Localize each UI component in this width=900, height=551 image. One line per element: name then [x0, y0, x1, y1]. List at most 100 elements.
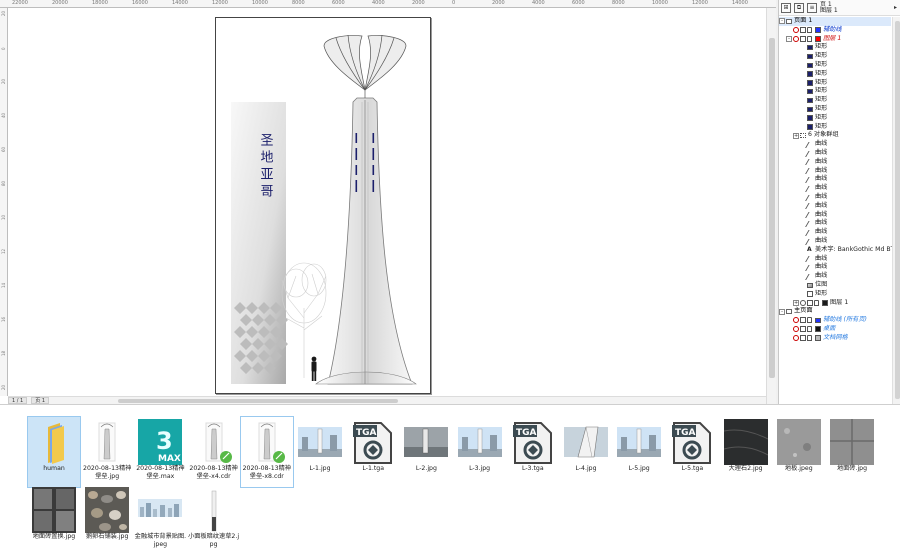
canvas-horizontal-scrollbar[interactable] [8, 396, 766, 404]
drawing-canvas[interactable]: 22000 20000 18000 16000 14000 12000 10000 8000 6… [0, 0, 776, 404]
visibility-eye-icon[interactable] [793, 317, 799, 324]
file-item[interactable]: L-5.jpg [613, 417, 665, 487]
tree-row-layer[interactable]: 文档网格 [779, 334, 891, 343]
tree-row-page[interactable]: - 主页面 [779, 307, 891, 316]
layer-manager-icon[interactable]: ⧉ [794, 2, 804, 13]
tree-row-curve[interactable]: 曲线 [779, 228, 891, 237]
file-item[interactable]: human [27, 416, 81, 488]
page-navigator[interactable]: 1 / 1 页 1 [8, 397, 50, 404]
tree-row-obj[interactable]: 矩形 [779, 52, 891, 61]
collapse-icon[interactable]: - [779, 18, 785, 25]
collapse-icon[interactable]: - [779, 308, 785, 315]
view-mode-icon[interactable]: ≡ [807, 2, 817, 13]
tree-row-layer[interactable]: 辅助线 [779, 26, 891, 35]
file-item[interactable]: 2020-08-13精神堡垒.jpg [81, 417, 133, 487]
collapse-icon[interactable]: - [786, 35, 792, 42]
file-item[interactable]: L-4.jpg [560, 417, 612, 487]
page-counter[interactable]: 1 / 1 [8, 397, 28, 404]
file-item[interactable]: TGA L-5.tga [666, 417, 718, 487]
tree-row-layer[interactable]: 桌面 [779, 325, 891, 334]
visibility-eye-icon[interactable] [793, 35, 799, 42]
printer-icon[interactable] [800, 27, 806, 34]
visibility-eye-icon[interactable] [793, 335, 799, 342]
tree-row-obj[interactable]: 矩形 [779, 70, 891, 79]
tree-row-curve[interactable]: 曲线 [779, 237, 891, 246]
printer-icon[interactable] [800, 35, 806, 42]
layer-options-icon[interactable]: ⊞ [781, 2, 791, 13]
printer-icon[interactable] [807, 299, 813, 306]
file-item[interactable]: 2020-08-13精神堡垒-x8.cdr [239, 416, 294, 488]
file-item[interactable]: 地面砖.jpg [826, 417, 878, 487]
tree-row-group[interactable]: +6 对象群组 [779, 131, 891, 140]
tree-row-bitmap[interactable]: 位图 [779, 281, 891, 290]
tree-row-layer[interactable]: + 图层 1 [779, 299, 891, 308]
scroll-thumb[interactable] [895, 21, 900, 399]
file-item[interactable]: 3 MAX 2020-08-13精神堡垒.max [134, 417, 186, 487]
visibility-eye-icon[interactable] [800, 299, 806, 306]
lock-icon[interactable] [807, 35, 812, 42]
tree-row-curve[interactable]: 曲线 [779, 272, 891, 281]
tree-row-curve[interactable]: 曲线 [779, 184, 891, 193]
scroll-thumb[interactable] [118, 399, 398, 403]
file-item[interactable]: L-2.jpg [400, 417, 452, 487]
file-item[interactable]: L-3.jpg [454, 417, 506, 487]
tree-row-curve[interactable]: 曲线 [779, 219, 891, 228]
lock-icon[interactable] [807, 326, 812, 333]
visibility-eye-icon[interactable] [793, 326, 799, 333]
file-item[interactable]: 大理石2.jpg [720, 417, 772, 487]
tree-row-curve[interactable]: 曲线 [779, 175, 891, 184]
tree-row-curve[interactable]: 曲线 [779, 202, 891, 211]
file-item[interactable]: 2020-08-13精神堡垒-x4.cdr [188, 417, 240, 487]
panel-menu-arrow-icon[interactable]: ▸ [894, 4, 897, 11]
file-item[interactable]: TGA L-1.tga [347, 417, 399, 487]
tree-row-curve[interactable]: 曲线 [779, 149, 891, 158]
file-item[interactable]: 金融城市背景贴图.jpeg [134, 485, 186, 551]
canvas-vertical-scrollbar[interactable] [766, 8, 776, 404]
tree-row-curve[interactable]: 曲线 [779, 211, 891, 220]
tree-row-obj[interactable]: 矩形 [779, 79, 891, 88]
tree-row-curve[interactable]: 曲线 [779, 140, 891, 149]
tree-row-layer[interactable]: 辅助线 (所有页) [779, 316, 891, 325]
scroll-thumb[interactable] [769, 38, 775, 378]
expand-icon[interactable]: + [793, 132, 799, 139]
tower-artwork[interactable]: 圣地亚哥 [216, 18, 432, 395]
file-item[interactable]: 地面砖置换.jpg [28, 485, 80, 551]
tab-page-1[interactable]: 页 1 [31, 397, 50, 404]
tree-row-obj[interactable]: 矩形 [779, 43, 891, 52]
file-item[interactable]: L-1.jpg [294, 417, 346, 487]
file-item[interactable]: 小面板暗纹速草2.jpg [188, 485, 240, 551]
lock-icon[interactable] [807, 335, 812, 342]
object-tree[interactable]: - 页面 1 辅助线 - 图层 1 矩形 矩形 矩形 矩形 矩形 矩形 矩形 矩形 矩形 矩形 +6 对象群组… [779, 17, 900, 343]
lock-icon[interactable] [807, 317, 812, 324]
tree-row-obj[interactable]: 矩形 [779, 96, 891, 105]
panel-scrollbar[interactable] [892, 17, 900, 404]
vertical-ruler[interactable]: 20 0 20 40 60 80 10 12 14 16 18 20 [0, 8, 8, 396]
printer-icon[interactable] [800, 326, 806, 333]
tree-row-page[interactable]: - 页面 1 [779, 17, 891, 26]
ruler-tick-label: 18000 [92, 0, 108, 6]
expand-icon[interactable]: + [793, 299, 799, 306]
tree-row-text[interactable]: A 美术字: BankGothic Md BT (常 [779, 246, 900, 255]
file-item[interactable]: 地板.jpeg [773, 417, 825, 487]
tree-row-layer[interactable]: - 图层 1 [779, 35, 891, 44]
lock-icon[interactable] [814, 299, 819, 306]
horizontal-ruler[interactable]: 22000 20000 18000 16000 14000 12000 10000 8000 6… [0, 0, 776, 8]
tree-row-obj[interactable]: 矩形 [779, 61, 891, 70]
tree-row-obj[interactable]: 矩形 [779, 105, 891, 114]
tree-row-curve[interactable]: 曲线 [779, 158, 891, 167]
lock-icon[interactable] [807, 27, 812, 34]
tree-row-curve[interactable]: 曲线 [779, 167, 891, 176]
file-item[interactable]: 鹅卵石铺装.jpg [81, 485, 133, 551]
current-page-label: 页 1 图层 1 [820, 0, 838, 14]
tree-row-curve[interactable]: 曲线 [779, 255, 891, 264]
tree-row-obj[interactable]: 矩形 [779, 87, 891, 96]
tree-row-curve[interactable]: 曲线 [779, 263, 891, 272]
tree-row-obj[interactable]: 矩形 [779, 114, 891, 123]
printer-icon[interactable] [800, 317, 806, 324]
document-page[interactable]: 圣地亚哥 [215, 17, 431, 394]
visibility-eye-icon[interactable] [793, 27, 799, 34]
file-item[interactable]: TGA L-3.tga [507, 417, 559, 487]
printer-icon[interactable] [800, 335, 806, 342]
tree-row-curve[interactable]: 曲线 [779, 193, 891, 202]
tree-row-rect[interactable]: 矩形 [779, 290, 891, 299]
